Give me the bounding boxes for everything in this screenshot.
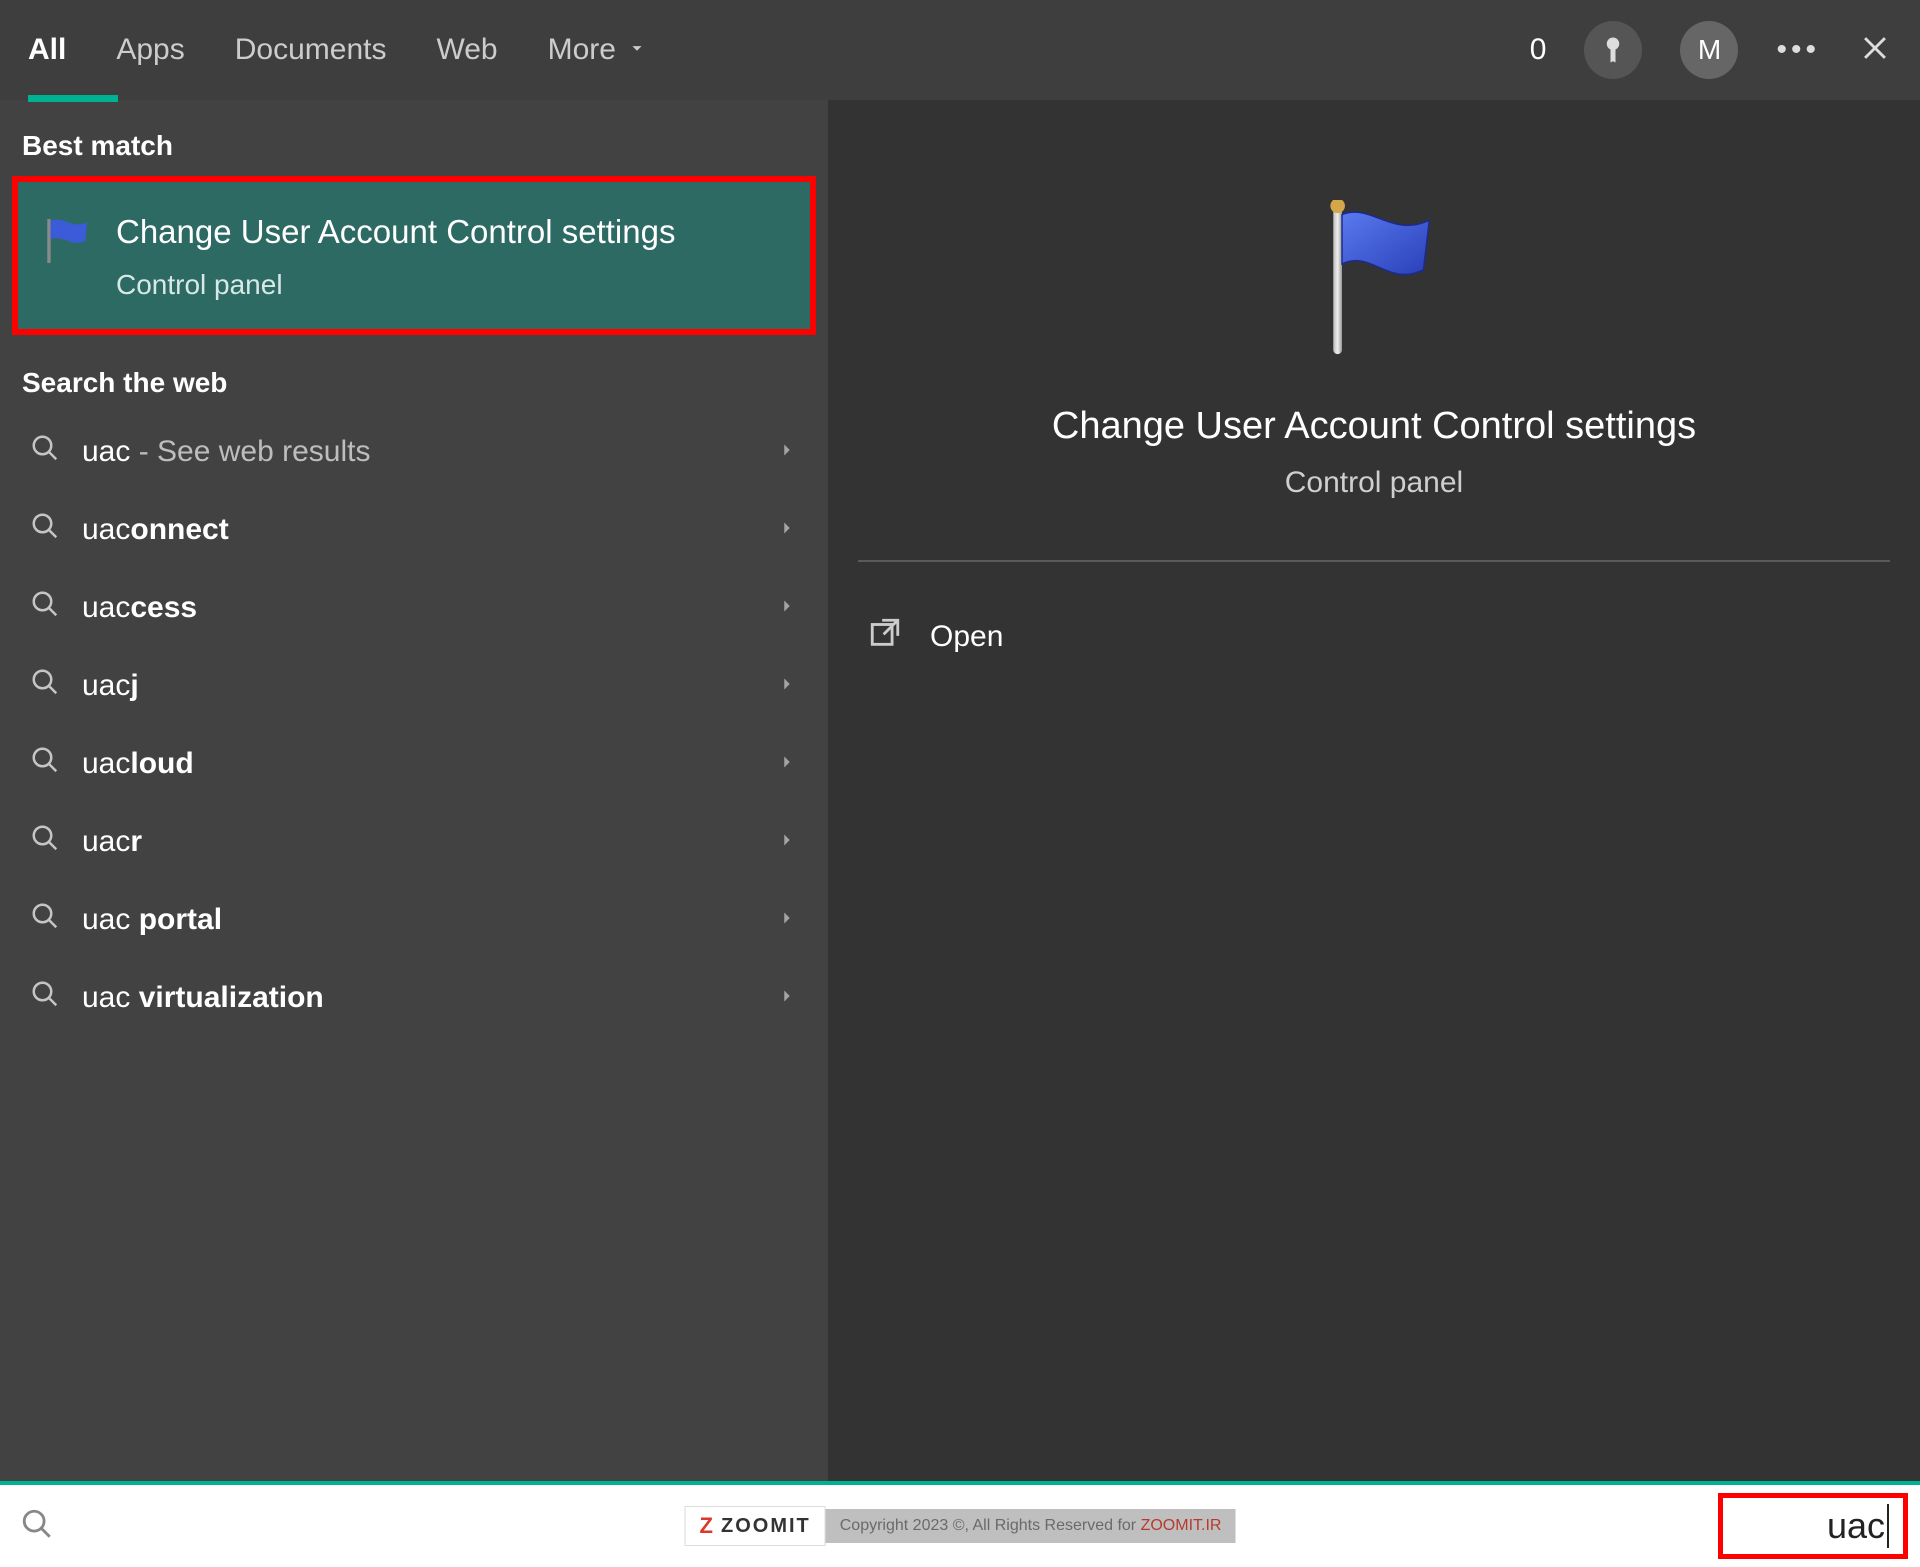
watermark-copy-brand: ZOOMIT.IR (1141, 1517, 1222, 1534)
main-content: Best match Change User Account Control s… (0, 100, 1920, 1481)
watermark: Z ZOOMIT Copyright 2023 ©, All Rights Re… (685, 1506, 1236, 1546)
web-result-item[interactable]: uacr (0, 803, 828, 881)
web-result-item[interactable]: uac - See web results (0, 413, 828, 491)
search-icon (30, 667, 60, 705)
web-result-label: uaccess (82, 591, 754, 625)
web-result-item[interactable]: uac portal (0, 881, 828, 959)
web-result-label: uacloud (82, 747, 754, 781)
open-label: Open (930, 620, 1003, 654)
tab-web[interactable]: Web (436, 0, 497, 100)
divider (858, 560, 1890, 562)
results-pane: Best match Change User Account Control s… (0, 100, 828, 1481)
top-bar: All Apps Documents Web More 0 M ••• (0, 0, 1920, 100)
tab-label: All (28, 33, 66, 67)
web-result-label: uacr (82, 825, 754, 859)
best-match-text: Change User Account Control settings Con… (116, 210, 675, 301)
web-result-label: uaconnect (82, 513, 754, 547)
web-result-label: uac portal (82, 903, 754, 937)
tab-label: Documents (235, 33, 387, 67)
chevron-right-icon (776, 981, 798, 1015)
open-action[interactable]: Open (858, 596, 1890, 678)
text-caret (1887, 1504, 1889, 1548)
preview-pane: Change User Account Control settings Con… (828, 100, 1920, 1481)
user-avatar[interactable]: M (1680, 21, 1738, 79)
tab-more[interactable]: More (548, 0, 648, 100)
chevron-down-icon (626, 33, 648, 67)
search-icon (30, 823, 60, 861)
chevron-right-icon (776, 513, 798, 547)
web-result-item[interactable]: uac virtualization (0, 959, 828, 1037)
filter-tabs: All Apps Documents Web More (28, 0, 648, 100)
search-icon (30, 433, 60, 471)
watermark-copy-prefix: Copyright 2023 ©, All Rights Reserved fo… (840, 1517, 1141, 1534)
best-match-result[interactable]: Change User Account Control settings Con… (12, 176, 816, 335)
search-icon (30, 589, 60, 627)
search-input[interactable]: uac (1718, 1493, 1908, 1559)
avatar-initial: M (1698, 34, 1721, 66)
more-options-button[interactable]: ••• (1776, 33, 1820, 67)
chevron-right-icon (776, 825, 798, 859)
flag-icon (1299, 200, 1449, 365)
open-icon (868, 616, 902, 658)
tab-label: More (548, 33, 616, 67)
chevron-right-icon (776, 591, 798, 625)
tab-apps[interactable]: Apps (116, 0, 184, 100)
web-result-item[interactable]: uaconnect (0, 491, 828, 569)
chevron-right-icon (776, 747, 798, 781)
search-icon (30, 511, 60, 549)
watermark-logo: Z ZOOMIT (685, 1506, 826, 1546)
preview-subtitle: Control panel (1285, 466, 1463, 500)
tab-label: Web (436, 33, 497, 67)
close-button[interactable] (1858, 31, 1892, 70)
search-input-value: uac (1827, 1505, 1885, 1547)
chevron-right-icon (776, 435, 798, 469)
best-match-title: Change User Account Control settings (116, 210, 675, 255)
web-result-item[interactable]: uaccess (0, 569, 828, 647)
web-result-item[interactable]: uacj (0, 647, 828, 725)
top-right-controls: 0 M ••• (1530, 21, 1892, 79)
chevron-right-icon (776, 903, 798, 937)
search-window: All Apps Documents Web More 0 M ••• (0, 0, 1920, 1567)
web-result-label: uac - See web results (82, 435, 754, 469)
preview-title: Change User Account Control settings (1052, 405, 1696, 448)
rewards-badge-icon[interactable] (1584, 21, 1642, 79)
chevron-right-icon (776, 669, 798, 703)
zoomit-z-icon: Z (700, 1513, 715, 1539)
web-results-list: uac - See web results uaconnect uaccess uac… (0, 413, 828, 1037)
rewards-count: 0 (1530, 33, 1547, 67)
search-web-header: Search the web (0, 347, 828, 413)
web-result-item[interactable]: uacloud (0, 725, 828, 803)
search-icon (30, 745, 60, 783)
search-icon (30, 979, 60, 1017)
best-match-header: Best match (0, 110, 828, 176)
web-result-label: uac virtualization (82, 981, 754, 1015)
web-result-label: uacj (82, 669, 754, 703)
watermark-copyright: Copyright 2023 ©, All Rights Reserved fo… (826, 1509, 1236, 1543)
tab-all[interactable]: All (28, 0, 66, 100)
search-icon (30, 901, 60, 939)
best-match-subtitle: Control panel (116, 269, 675, 301)
flag-icon (38, 214, 92, 273)
watermark-logo-text: ZOOMIT (721, 1515, 811, 1538)
search-bar[interactable]: Z ZOOMIT Copyright 2023 ©, All Rights Re… (0, 1481, 1920, 1567)
tab-label: Apps (116, 33, 184, 67)
tab-documents[interactable]: Documents (235, 0, 387, 100)
search-icon (20, 1507, 54, 1546)
